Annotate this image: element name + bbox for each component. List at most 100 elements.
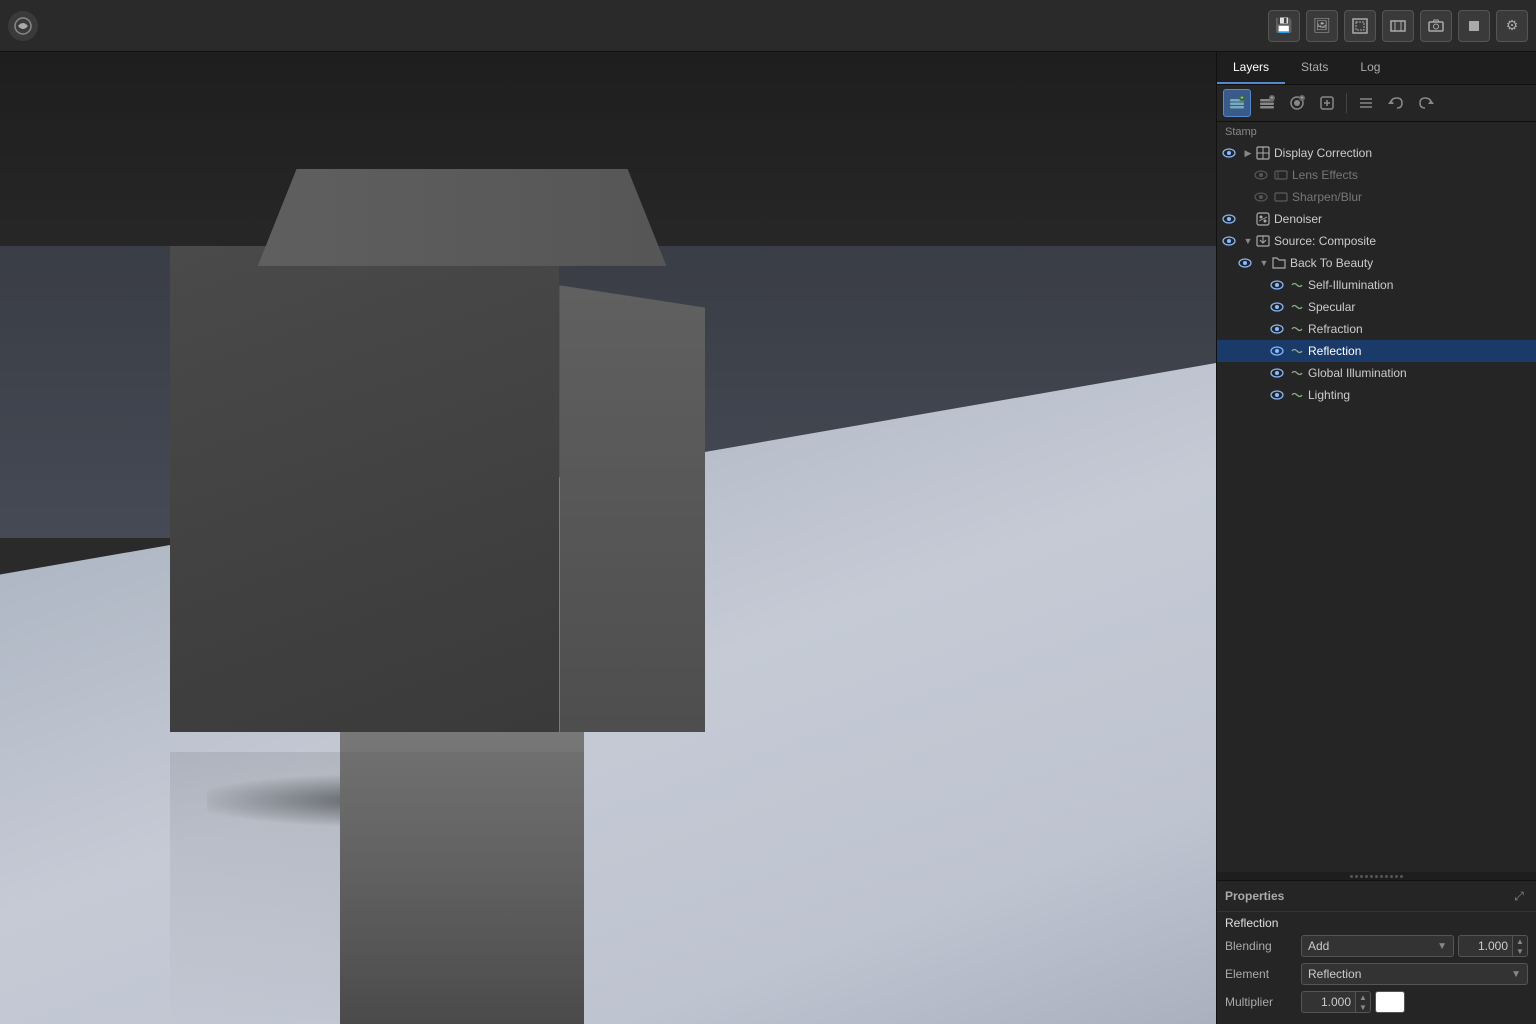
layer-global-illumination[interactable]: Global Illumination [1217,362,1536,384]
layer-name-sharpen-blur: Sharpen/Blur [1292,190,1532,204]
prop-multiplier-input[interactable]: 1.000 ▲ ▼ [1301,991,1371,1013]
region-button[interactable] [1344,10,1376,42]
prop-row-blending: Blending Add ▼ 1.000 ▲ ▼ [1217,932,1536,960]
layer-specular[interactable]: Specular [1217,296,1536,318]
right-panel: Layers Stats Log + [1216,52,1536,1024]
prop-multiplier-color-swatch[interactable] [1375,991,1405,1013]
layer-expand-source[interactable]: ▼ [1241,234,1255,248]
layer-icon-denoiser [1255,211,1271,227]
layer-self-illumination[interactable]: Self-Illumination [1217,274,1536,296]
layer-name-refraction: Refraction [1308,322,1532,336]
layer-vis-display-correction[interactable] [1221,145,1237,161]
prop-blending-up[interactable]: ▲ [1513,936,1527,946]
render-stop-button[interactable] [1458,10,1490,42]
tab-layers[interactable]: Layers [1217,52,1285,84]
prop-element-value: Reflection [1308,967,1361,981]
layer-name-lighting: Lighting [1308,388,1532,402]
layer-icon-lens [1273,167,1289,183]
prop-blending-value[interactable]: 1.000 ▲ ▼ [1458,935,1528,957]
add-element-button[interactable] [1313,89,1341,117]
layer-name-reflection: Reflection [1308,344,1532,358]
layer-lens-effects[interactable]: Lens Effects [1217,164,1536,186]
layer-expand-btb[interactable]: ▼ [1257,256,1271,270]
prop-element-arrow: ▼ [1511,969,1521,980]
prop-multiplier-control: 1.000 ▲ ▼ [1301,991,1528,1013]
panel-tabs: Layers Stats Log [1217,52,1536,85]
layer-icon-element-refraction [1289,321,1305,337]
camera-button[interactable] [1420,10,1452,42]
redo-button[interactable] [1412,89,1440,117]
layer-icon-element-gi [1289,365,1305,381]
layer-reflection[interactable]: Reflection [1217,340,1536,362]
layer-vis-sharpen-blur[interactable] [1253,189,1269,205]
layer-vis-refraction[interactable] [1269,321,1285,337]
prop-multiplier-up[interactable]: ▲ [1356,992,1370,1002]
prop-blending-down[interactable]: ▼ [1513,946,1527,956]
layer-vis-global-illumination[interactable] [1269,365,1285,381]
top-toolbar: 💾 🖼 ⚙ [0,0,1536,52]
layer-refraction[interactable]: Refraction [1217,318,1536,340]
layer-denoiser[interactable]: Denoiser [1217,208,1536,230]
undo-button[interactable] [1382,89,1410,117]
layer-sharpen-blur[interactable]: Sharpen/Blur [1217,186,1536,208]
prop-blending-mode-value: Add [1308,939,1329,953]
tab-stats[interactable]: Stats [1285,52,1344,84]
prop-element-label: Element [1225,967,1295,981]
layer-icon-element-specular [1289,299,1305,315]
layer-display-correction[interactable]: ▶ Display Correction [1217,142,1536,164]
viewport[interactable] [0,52,1216,1024]
prop-element-dropdown[interactable]: Reflection ▼ [1301,963,1528,985]
layer-vis-lighting[interactable] [1269,387,1285,403]
layer-vis-specular[interactable] [1269,299,1285,315]
frame-button[interactable] [1382,10,1414,42]
prop-blending-control: Add ▼ 1.000 ▲ ▼ [1301,935,1528,957]
layer-name-denoiser: Denoiser [1274,212,1532,226]
layer-name-back-to-beauty: Back To Beauty [1290,256,1532,270]
layer-vis-reflection[interactable] [1269,343,1285,359]
add-layer-button[interactable]: + [1223,89,1251,117]
layer-lighting[interactable]: Lighting [1217,384,1536,406]
resize-dots [1350,875,1403,878]
prop-section-title: Reflection [1217,912,1536,932]
layer-source-composite[interactable]: ▼ Source: Composite [1217,230,1536,252]
layer-icon-element-reflection [1289,343,1305,359]
add-correction-button[interactable]: + [1253,89,1281,117]
layer-icon-element-self-illum [1289,277,1305,293]
layer-tree: ▶ Display Correction Lens Effects [1217,142,1536,872]
layer-expand-denoiser[interactable] [1241,212,1255,226]
layer-name-global-illumination: Global Illumination [1308,366,1532,380]
prop-multiplier-label: Multiplier [1225,995,1295,1009]
list-view-button[interactable] [1352,89,1380,117]
toolbar-icons: 💾 🖼 ⚙ [1268,10,1528,42]
layer-expand-display-correction[interactable]: ▶ [1241,146,1255,160]
svg-text:+: + [1271,96,1274,102]
tab-log[interactable]: Log [1344,52,1396,84]
layer-icon-sharpen [1273,189,1289,205]
layer-vis-lens-effects[interactable] [1253,167,1269,183]
prop-multiplier-arrows: ▲ ▼ [1355,992,1370,1012]
prop-blending-label: Blending [1225,939,1295,953]
logo-icon [8,11,38,41]
layer-vis-self-illumination[interactable] [1269,277,1285,293]
layer-vis-source-composite[interactable] [1221,233,1237,249]
layer-name-self-illumination: Self-Illumination [1308,278,1532,292]
layer-icon-display-correction [1255,145,1271,161]
resize-handle[interactable] [1217,872,1536,880]
prop-blending-mode-arrow: ▼ [1437,941,1447,952]
prop-blending-number: 1.000 [1459,939,1512,953]
save-color-button[interactable]: 🖼 [1306,10,1338,42]
prop-multiplier-down[interactable]: ▼ [1356,1002,1370,1012]
stamp-label: Stamp [1217,122,1536,142]
main-layout: Layers Stats Log + [0,52,1536,1024]
save-button[interactable]: 💾 [1268,10,1300,42]
prop-blending-arrows: ▲ ▼ [1512,936,1527,956]
layer-vis-denoiser[interactable] [1221,211,1237,227]
settings-button[interactable]: ⚙ [1496,10,1528,42]
prop-row-multiplier: Multiplier 1.000 ▲ ▼ [1217,988,1536,1016]
properties-expand-button[interactable]: ⤢ [1510,887,1528,905]
layer-icon-folder [1271,255,1287,271]
layer-back-to-beauty[interactable]: ▼ Back To Beauty [1217,252,1536,274]
prop-blending-mode-dropdown[interactable]: Add ▼ [1301,935,1454,957]
add-beauty-button[interactable]: + [1283,89,1311,117]
layer-vis-back-to-beauty[interactable] [1237,255,1253,271]
